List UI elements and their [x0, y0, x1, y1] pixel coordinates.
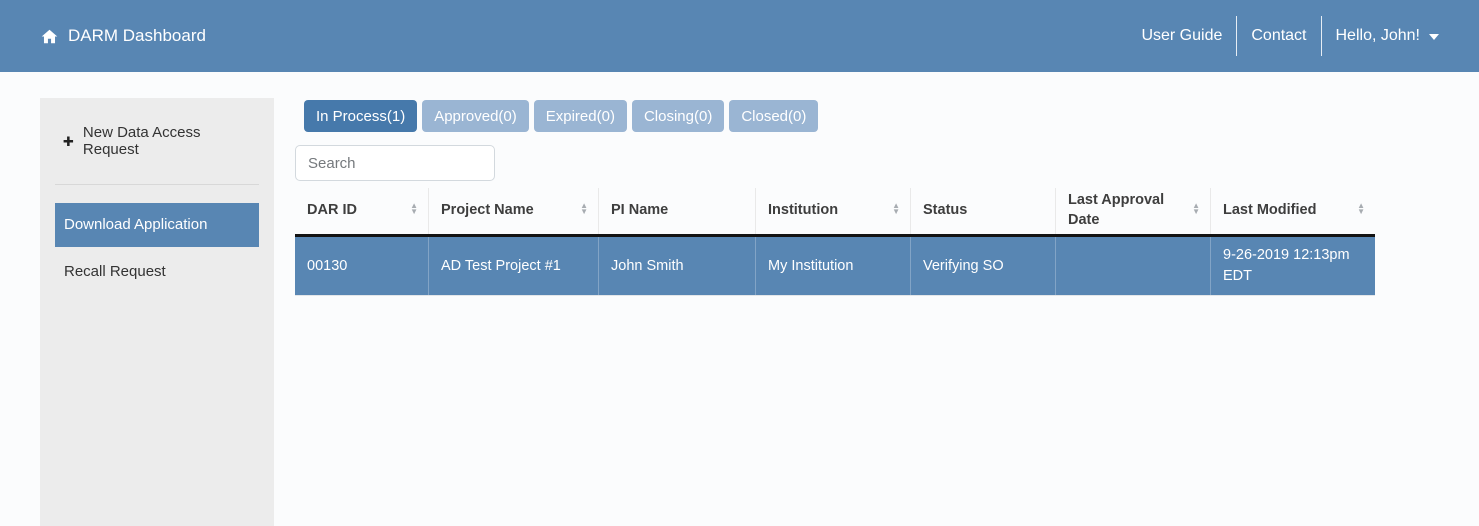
column-header-institution[interactable]: Institution ▲▼: [755, 188, 910, 234]
column-label: Last Modified: [1223, 201, 1316, 221]
sidebar-item-label: Download Application: [64, 216, 207, 233]
column-header-pi-name: PI Name: [598, 188, 755, 234]
home-icon: [40, 28, 59, 45]
user-menu[interactable]: Hello, John!: [1336, 27, 1440, 45]
cell-last-modified: 9-26-2019 12:13pm EDT: [1210, 237, 1375, 295]
sidebar-divider: [55, 184, 259, 185]
brand[interactable]: DARM Dashboard: [40, 26, 206, 46]
tab-expired[interactable]: Expired(0): [534, 100, 627, 132]
table-row[interactable]: 00130 AD Test Project #1 John Smith My I…: [295, 237, 1375, 296]
tab-closed[interactable]: Closed(0): [729, 100, 818, 132]
sidebar-item-download-application[interactable]: Download Application: [55, 203, 259, 247]
column-label: Last Approval Date: [1068, 191, 1186, 230]
sidebar-item-recall-request[interactable]: Recall Request: [55, 250, 259, 294]
nav-link-user-guide[interactable]: User Guide: [1141, 27, 1222, 45]
column-label: Project Name: [441, 201, 534, 221]
sidebar-nav: Download Application Recall Request: [55, 203, 259, 293]
navbar-links: User Guide Contact Hello, John!: [1141, 16, 1439, 56]
sidebar-item-label: Recall Request: [64, 263, 166, 280]
top-navbar: DARM Dashboard User Guide Contact Hello,…: [0, 0, 1479, 72]
column-label: Status: [923, 201, 967, 221]
nav-link-contact[interactable]: Contact: [1251, 27, 1306, 45]
table-header: DAR ID ▲▼ Project Name ▲▼ PI Name Instit…: [295, 188, 1375, 237]
cell-pi-name: John Smith: [598, 237, 755, 295]
column-label: PI Name: [611, 201, 668, 221]
sidebar: ✚ New Data Access Request Download Appli…: [40, 98, 274, 526]
column-header-last-modified[interactable]: Last Modified ▲▼: [1210, 188, 1375, 234]
column-header-status: Status: [910, 188, 1055, 234]
tab-in-process[interactable]: In Process(1): [304, 100, 417, 132]
new-request-label: New Data Access Request: [83, 124, 259, 158]
status-tabs: In Process(1) Approved(0) Expired(0) Clo…: [304, 100, 1479, 132]
column-label: DAR ID: [307, 201, 357, 221]
sort-icon[interactable]: ▲▼: [1357, 203, 1365, 215]
column-header-last-approval-date[interactable]: Last Approval Date ▲▼: [1055, 188, 1210, 234]
column-header-dar-id[interactable]: DAR ID ▲▼: [295, 188, 428, 234]
user-menu-label: Hello, John!: [1336, 27, 1421, 45]
cell-last-approval-date: [1055, 237, 1210, 295]
sort-icon[interactable]: ▲▼: [580, 203, 588, 215]
sort-icon[interactable]: ▲▼: [410, 203, 418, 215]
cell-dar-id: 00130: [295, 237, 428, 295]
column-header-project-name[interactable]: Project Name ▲▼: [428, 188, 598, 234]
cell-institution: My Institution: [755, 237, 910, 295]
page-layout: ✚ New Data Access Request Download Appli…: [0, 72, 1479, 526]
sort-icon[interactable]: ▲▼: [1192, 203, 1200, 215]
search-input[interactable]: [295, 145, 495, 181]
tab-approved[interactable]: Approved(0): [422, 100, 529, 132]
search-container: [295, 145, 1479, 181]
tab-closing[interactable]: Closing(0): [632, 100, 724, 132]
sort-icon[interactable]: ▲▼: [892, 203, 900, 215]
main-content: In Process(1) Approved(0) Expired(0) Clo…: [295, 72, 1479, 526]
dar-table: DAR ID ▲▼ Project Name ▲▼ PI Name Instit…: [295, 188, 1375, 296]
cell-status: Verifying SO: [910, 237, 1055, 295]
new-data-access-request-link[interactable]: ✚ New Data Access Request: [55, 124, 259, 158]
nav-divider: [1236, 16, 1237, 56]
column-label: Institution: [768, 201, 838, 221]
plus-icon: ✚: [63, 135, 74, 148]
brand-title: DARM Dashboard: [68, 26, 206, 46]
nav-divider: [1321, 16, 1322, 56]
caret-down-icon: [1429, 34, 1439, 40]
cell-project-name: AD Test Project #1: [428, 237, 598, 295]
